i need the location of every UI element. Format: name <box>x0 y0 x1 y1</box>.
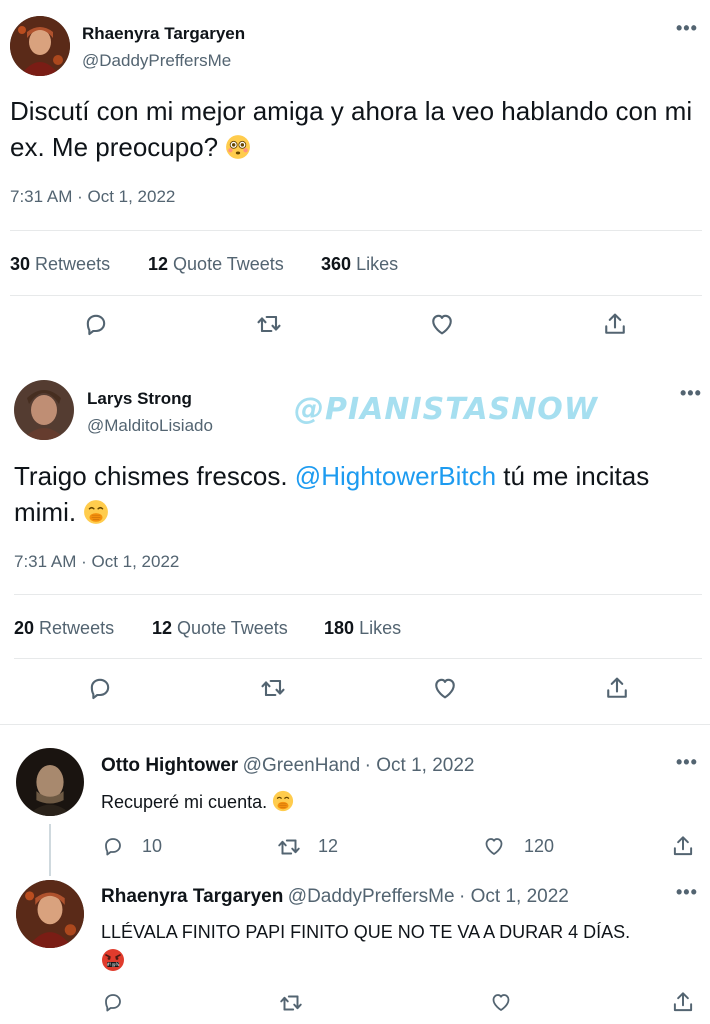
reply-icon[interactable] <box>101 834 125 858</box>
avatar[interactable] <box>16 880 84 948</box>
cursing-face-emoji-icon <box>101 948 125 972</box>
retweet-icon[interactable] <box>278 990 304 1016</box>
divider <box>10 230 702 231</box>
author-handle[interactable]: @DaddyPreffersMe <box>82 51 231 71</box>
tweet-text: Traigo chismes frescos. @HightowerBitch … <box>14 458 704 530</box>
divider <box>14 658 702 659</box>
like-icon[interactable] <box>482 834 506 858</box>
retweet-icon[interactable] <box>259 674 287 702</box>
share-icon[interactable] <box>670 989 696 1015</box>
reply-text: LLÉVALA FINITO PAPI FINITO QUE NO TE VA … <box>101 922 631 942</box>
divider <box>14 594 702 595</box>
retweet-icon[interactable] <box>276 834 302 860</box>
avatar[interactable] <box>16 748 84 816</box>
author-handle[interactable]: @MalditoLisiado <box>87 416 213 436</box>
more-icon[interactable]: ••• <box>680 383 702 404</box>
share-icon[interactable] <box>670 833 696 859</box>
author-handle[interactable]: @DaddyPreffersMe <box>288 886 455 907</box>
author-name[interactable]: Larys Strong <box>87 389 192 409</box>
reply-header: Rhaenyra Targaryen @DaddyPreffersMe · Oc… <box>101 886 569 908</box>
reply-header: Otto Hightower @GreenHand · Oct 1, 2022 <box>101 755 474 777</box>
more-icon[interactable]: ••• <box>676 752 698 773</box>
author-name[interactable]: Rhaenyra Targaryen <box>82 24 245 44</box>
author-name[interactable]: Otto Hightower <box>101 755 238 776</box>
reply-text-content: Recuperé mi cuenta. <box>101 792 268 812</box>
share-icon[interactable] <box>601 310 629 338</box>
reply-icon[interactable] <box>86 674 114 702</box>
retweets-stat[interactable]: 30 Retweets <box>10 254 110 275</box>
reply-text: Recuperé mi cuenta. <box>101 790 294 813</box>
share-icon[interactable] <box>603 674 631 702</box>
like-icon[interactable] <box>489 990 513 1014</box>
retweet-count: 12 <box>318 836 339 856</box>
author-handle[interactable]: @GreenHand <box>243 755 361 776</box>
retweet-icon[interactable] <box>255 310 283 338</box>
tweet-timestamp[interactable]: 7:31 AM · Oct 1, 2022 <box>10 187 175 207</box>
tweet-text: Discutí con mi mejor amiga y ahora la ve… <box>10 93 705 165</box>
reply-date[interactable]: · Oct 1, 2022 <box>459 886 569 907</box>
like-icon[interactable] <box>431 674 459 702</box>
reply-date[interactable]: · Oct 1, 2022 <box>365 755 475 776</box>
tweet-text-part: Traigo chismes frescos. <box>14 461 295 491</box>
avatar[interactable] <box>10 16 70 76</box>
retweets-stat[interactable]: 20 Retweets <box>14 618 114 639</box>
reply-icon[interactable] <box>101 990 125 1014</box>
hand-over-mouth-emoji-icon <box>83 499 109 525</box>
reply-icon[interactable] <box>82 310 110 338</box>
author-name[interactable]: Rhaenyra Targaryen <box>101 886 283 907</box>
hand-over-mouth-emoji-icon <box>272 790 294 812</box>
mention-link[interactable]: @HightowerBitch <box>295 461 496 491</box>
likes-stat[interactable]: 360 Likes <box>321 254 398 275</box>
thread-line <box>49 824 51 876</box>
avatar[interactable] <box>14 380 74 440</box>
divider <box>10 295 702 296</box>
divider <box>0 724 710 725</box>
likes-stat[interactable]: 180 Likes <box>324 618 401 639</box>
flushed-face-emoji-icon <box>225 134 251 160</box>
like-count: 120 <box>524 836 555 856</box>
like-icon[interactable] <box>428 310 456 338</box>
tweet-text-content: Discutí con mi mejor amiga y ahora la ve… <box>10 96 693 162</box>
more-icon[interactable]: ••• <box>676 882 698 903</box>
more-icon[interactable]: ••• <box>676 18 698 39</box>
watermark: @PIANISTASNOW <box>294 392 598 427</box>
quote-tweets-stat[interactable]: 12 Quote Tweets <box>152 618 288 639</box>
reply-count: 10 <box>142 836 163 856</box>
quote-tweets-stat[interactable]: 12 Quote Tweets <box>148 254 284 275</box>
tweet-timestamp[interactable]: 7:31 AM · Oct 1, 2022 <box>14 552 179 572</box>
